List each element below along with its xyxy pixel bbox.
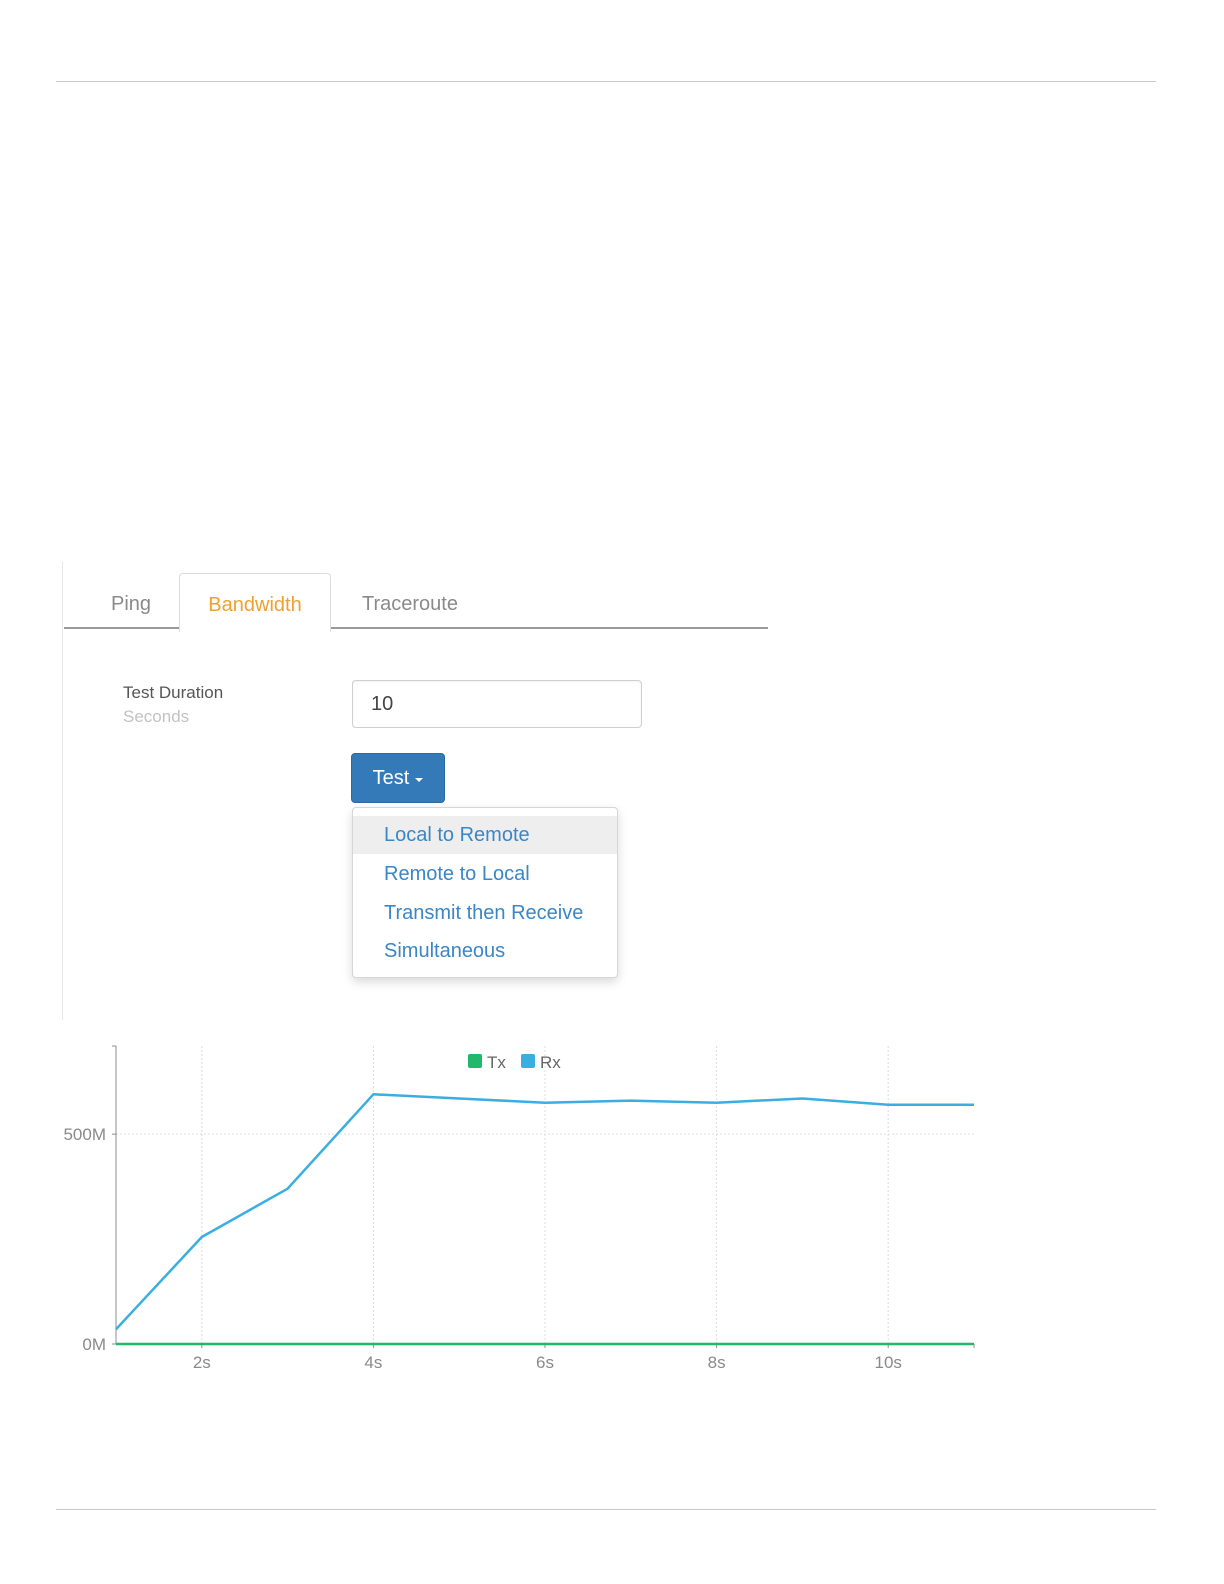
panel-left-border [62,562,63,1020]
legend-swatch-rx [521,1054,535,1068]
bandwidth-chart: 2s 4s 6s 8s 10s 0M 500M Tx Rx [63,1045,975,1372]
test-duration-input[interactable] [352,680,642,728]
legend-swatch-tx [468,1054,482,1068]
y-tick-label: 500M [63,1125,106,1144]
y-tick-label: 0M [82,1335,106,1354]
x-tick-label: 6s [536,1353,554,1372]
menu-item-simultaneous[interactable]: Simultaneous [353,932,617,970]
test-duration-unit: Seconds [123,707,190,726]
menu-item-transmit-then-receive[interactable]: Transmit then Receive [353,894,617,932]
test-button-label: Test [372,766,410,789]
x-tick-label: 4s [364,1353,382,1372]
legend-label-rx: Rx [540,1053,561,1072]
page-bottom-rule [56,1509,1156,1510]
tab-ping[interactable]: Ping [90,573,172,629]
test-dropdown-button[interactable]: Test [351,753,445,803]
test-dropdown-menu: Local to Remote Remote to Local Transmit… [352,807,618,978]
caret-down-icon [415,777,424,782]
test-duration-label: Test Duration [123,683,224,702]
x-tick-label: 2s [193,1353,211,1372]
x-tick-label: 10s [874,1353,901,1372]
menu-item-local-to-remote[interactable]: Local to Remote [353,816,617,854]
page-top-rule [56,81,1156,82]
x-tick-label: 8s [708,1353,726,1372]
menu-item-remote-to-local[interactable]: Remote to Local [353,855,617,893]
tab-traceroute[interactable]: Traceroute [342,573,478,629]
legend-label-tx: Tx [487,1053,506,1072]
tab-bandwidth[interactable]: Bandwidth [179,573,331,632]
